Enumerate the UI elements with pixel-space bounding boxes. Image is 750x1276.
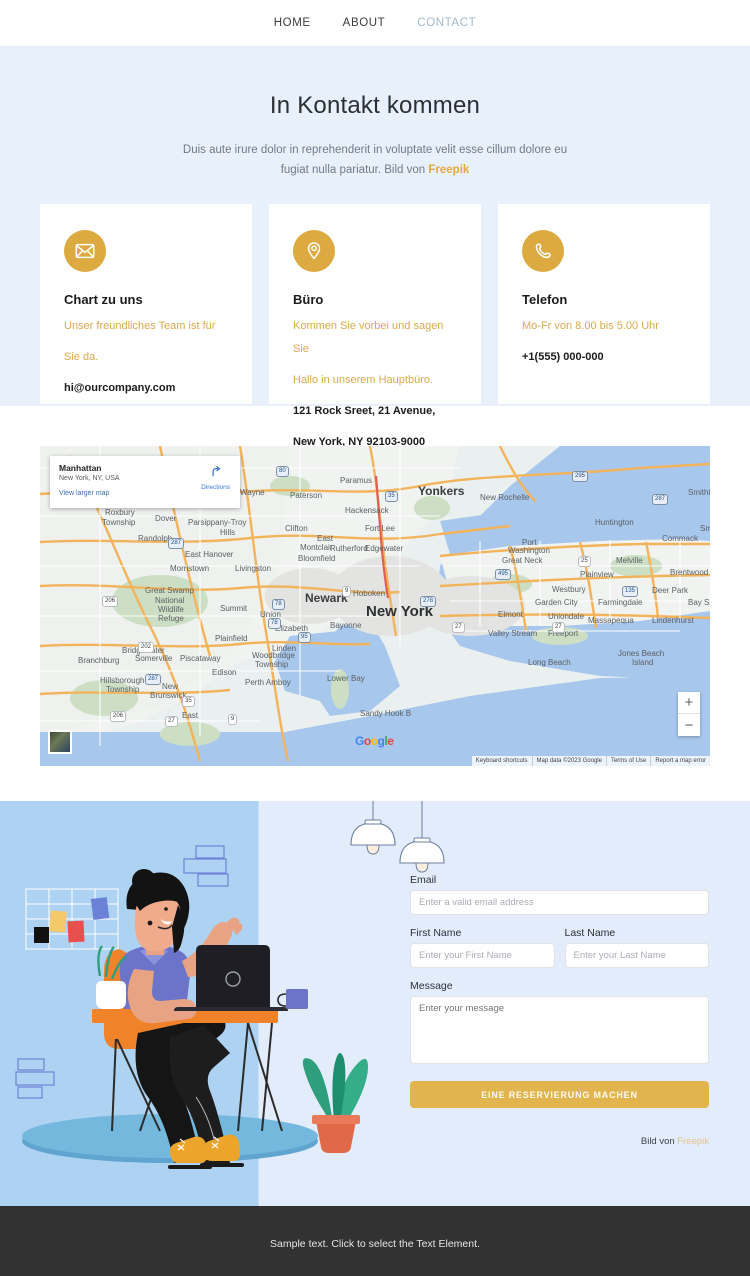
map-data-text: Map data ©2023 Google — [531, 756, 606, 766]
map-route-shield: 78 — [268, 618, 281, 629]
zoom-out-button[interactable]: − — [678, 714, 700, 736]
card-address-line-1: 121 Rock Sreet, 21 Avenue, — [293, 405, 436, 417]
phone-icon — [522, 230, 564, 272]
google-logo: Google — [355, 734, 394, 748]
submit-reservation-button[interactable]: EINE RESERVIERUNG MACHEN — [410, 1081, 709, 1108]
image-credit: Bild von Freepik — [410, 1136, 709, 1147]
freepik-link-hero[interactable]: Freepik — [428, 164, 469, 176]
hero-subtitle: Duis aute irure dolor in reprehenderit i… — [180, 140, 570, 180]
card-title: Chart zu uns — [64, 292, 143, 307]
contact-form-section: Email First Name Last Name Message EINE … — [0, 801, 750, 1206]
card-title: Telefon — [522, 292, 568, 307]
message-label: Message — [410, 980, 453, 992]
map-route-shield: 35 — [385, 491, 398, 502]
google-map[interactable]: Paramus Yonkers New Rochelle Wayne Paterson H… — [40, 446, 710, 766]
first-name-group: First Name — [410, 927, 555, 968]
hero-subtitle-line1: Duis aute irure dolor in reprehenderit i… — [182, 144, 568, 156]
reservation-form: Email First Name Last Name Message EINE … — [410, 874, 709, 1147]
last-name-group: Last Name — [564, 927, 709, 968]
message-textarea[interactable] — [410, 996, 709, 1064]
footer-sample-text[interactable]: Sample text. Click to select the Text El… — [270, 1238, 480, 1250]
report-map-error-link[interactable]: Report a map error — [650, 756, 710, 766]
hero-section: In Kontakt kommen Duis aute irure dolor … — [0, 46, 750, 448]
map-route-shield: 27 — [165, 716, 178, 727]
last-name-input[interactable] — [564, 943, 709, 968]
nav-item-about[interactable]: ABOUT — [343, 17, 386, 29]
envelope-icon — [64, 230, 106, 272]
first-name-label: First Name — [410, 927, 462, 939]
map-route-shield: 206 — [102, 596, 119, 607]
map-route-shield: 287 — [145, 674, 162, 685]
map-route-shield: 95 — [298, 632, 311, 643]
map-route-shield: 135 — [622, 586, 639, 597]
contact-card-email: Chart zu uns Unser freundliches Team ist… — [40, 204, 252, 404]
map-route-shield: 287 — [168, 538, 185, 549]
email-input[interactable] — [410, 890, 709, 915]
image-credit-text: Bild von — [640, 1136, 678, 1147]
map-route-shield: 202 — [138, 642, 155, 653]
first-name-input[interactable] — [410, 943, 555, 968]
nav-item-contact[interactable]: CONTACT — [417, 17, 476, 29]
top-navigation: HOME ABOUT CONTACT — [0, 0, 750, 46]
name-row: First Name Last Name — [410, 927, 709, 968]
map-attribution: Keyboard shortcuts Map data ©2023 Google… — [471, 756, 710, 766]
map-route-shield: 25 — [578, 556, 591, 567]
card-accent-line-2: Hallo in unserem Hauptbüro. — [293, 374, 434, 386]
card-accent-line-1: Kommen Sie vorbei und sagen Sie — [293, 320, 444, 355]
page-footer: Sample text. Click to select the Text El… — [0, 1206, 750, 1276]
card-email-value[interactable]: hi@ourcompany.com — [64, 377, 228, 400]
map-route-shield: 78 — [272, 599, 285, 610]
email-label: Email — [410, 874, 437, 886]
page-title: In Kontakt kommen — [269, 92, 481, 119]
map-pin-icon — [293, 230, 335, 272]
zoom-in-button[interactable]: + — [678, 692, 700, 714]
map-route-shield: 495 — [495, 569, 512, 580]
terms-of-use-link[interactable]: Terms of Use — [605, 756, 650, 766]
map-route-shield: 295 — [572, 471, 589, 482]
freepik-link-form[interactable]: Freepik — [677, 1136, 709, 1147]
card-phone-value[interactable]: +1(555) 000-000 — [522, 346, 686, 369]
map-zoom-controls: + − — [678, 692, 700, 736]
map-route-shield: 278 — [420, 596, 437, 607]
map-route-shield: 206 — [110, 711, 127, 722]
directions-icon — [211, 465, 221, 477]
map-route-shield: 35 — [182, 696, 195, 707]
map-info-card[interactable]: Manhattan New York, NY, USA View larger … — [50, 456, 240, 508]
card-title: Büro — [293, 292, 324, 307]
page-root: HOME ABOUT CONTACT In Kontakt kommen Dui… — [0, 0, 750, 1276]
view-larger-map-link[interactable]: View larger map — [59, 490, 231, 497]
nav-item-home[interactable]: HOME — [274, 17, 311, 29]
contact-cards: Chart zu uns Unser freundliches Team ist… — [0, 204, 750, 448]
directions-label: Directions — [201, 484, 230, 491]
map-section: Paramus Yonkers New Rochelle Wayne Paterson H… — [0, 406, 750, 801]
map-route-shield: 27 — [552, 622, 565, 633]
card-accent-line-1: Unser freundliches Team ist für — [64, 320, 216, 332]
card-accent-line-1: Mo-Fr von 8.00 bis 5.00 Uhr — [522, 320, 659, 332]
map-route-shield: 9 — [228, 714, 238, 725]
contact-card-phone: Telefon Mo-Fr von 8.00 bis 5.00 Uhr +1(5… — [498, 204, 710, 404]
hero-subtitle-line2: fugiat nulla pariatur. Bild von — [280, 164, 429, 176]
map-route-shield: 287 — [652, 494, 669, 505]
map-route-shield: 80 — [276, 466, 289, 477]
contact-card-office: Büro Kommen Sie vorbei und sagen Sie Hal… — [269, 204, 481, 448]
keyboard-shortcuts-link[interactable]: Keyboard shortcuts — [472, 756, 532, 766]
directions-button[interactable]: Directions — [201, 464, 230, 491]
map-route-shield: 9 — [342, 586, 352, 597]
map-satellite-thumbnail[interactable] — [48, 730, 72, 754]
card-accent-line-2: Sie da. — [64, 351, 99, 363]
map-route-shield: 27 — [452, 622, 465, 633]
last-name-label: Last Name — [564, 927, 616, 939]
